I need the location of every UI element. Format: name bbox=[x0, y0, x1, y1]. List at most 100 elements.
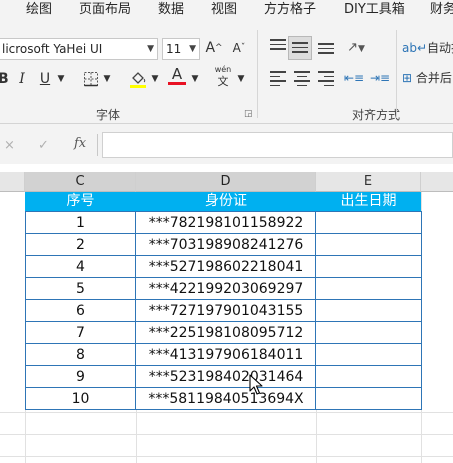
align-left-icon[interactable] bbox=[270, 68, 286, 89]
italic-button[interactable]: I bbox=[16, 67, 28, 91]
cell-id[interactable]: ***782198101158922 bbox=[136, 212, 316, 234]
cell-id[interactable]: ***225198108095712 bbox=[136, 322, 316, 344]
header-cell-id[interactable]: 身份证 bbox=[136, 192, 316, 211]
cell-birth[interactable] bbox=[316, 278, 421, 300]
cell-no[interactable]: 5 bbox=[25, 278, 136, 300]
font-color-button[interactable]: A bbox=[168, 65, 186, 89]
font-color-a-icon: A bbox=[171, 65, 183, 83]
group-separator bbox=[396, 30, 397, 118]
gridline bbox=[0, 456, 453, 457]
cell-no[interactable]: 8 bbox=[25, 344, 136, 366]
header-cell-no[interactable]: 序号 bbox=[25, 192, 136, 211]
align-middle-button[interactable] bbox=[288, 36, 312, 60]
cancel-icon[interactable]: × bbox=[4, 138, 15, 153]
tab-diy-toolbox[interactable]: DIY工具箱 bbox=[344, 0, 405, 24]
merge-label: 合并后 bbox=[415, 71, 452, 85]
cell-no[interactable]: 7 bbox=[25, 322, 136, 344]
font-name-value: licrosoft YaHei UI bbox=[2, 42, 103, 56]
cell-id[interactable]: ***703198908241276 bbox=[136, 234, 316, 256]
cell-no[interactable]: 9 bbox=[25, 366, 136, 388]
increase-font-button[interactable]: A^ bbox=[204, 36, 224, 60]
cell-birth[interactable] bbox=[316, 256, 421, 278]
chevron-down-icon[interactable]: ▼ bbox=[190, 67, 200, 91]
chevron-down-icon[interactable]: ▼ bbox=[236, 67, 246, 91]
cell-birth[interactable] bbox=[316, 234, 421, 256]
cell-no[interactable]: 6 bbox=[25, 300, 136, 322]
confirm-icon[interactable]: ✓ bbox=[38, 138, 49, 153]
chevron-down-icon[interactable]: ▼ bbox=[102, 67, 112, 91]
decrease-indent-button[interactable]: ⇤≡ bbox=[344, 66, 364, 90]
ribbon-tab-bar: 绘图 页面布局 数据 视图 方方格子 DIY工具箱 财务 bbox=[0, 0, 453, 24]
column-header-b[interactable] bbox=[0, 172, 25, 192]
cell-no[interactable]: 1 bbox=[25, 212, 136, 234]
chevron-down-icon[interactable]: ▼ bbox=[150, 67, 160, 91]
align-top-icon[interactable] bbox=[270, 36, 286, 53]
bold-button[interactable]: B bbox=[0, 67, 9, 91]
orientation-button[interactable]: ↗▼ bbox=[345, 36, 367, 60]
cell-no[interactable]: 4 bbox=[25, 256, 136, 278]
formula-bar: × ✓ fx bbox=[0, 124, 453, 164]
chevron-down-icon[interactable]: ▼ bbox=[56, 67, 66, 91]
dialog-launcher-icon[interactable]: ◲ bbox=[244, 109, 253, 119]
cell-birth[interactable] bbox=[316, 322, 421, 344]
insert-function-icon[interactable]: fx bbox=[74, 136, 86, 151]
borders-button[interactable] bbox=[82, 67, 100, 91]
cell-id[interactable]: ***413197906184011 bbox=[136, 344, 316, 366]
column-header-d[interactable]: D bbox=[136, 172, 316, 192]
tab-view[interactable]: 视图 bbox=[211, 0, 237, 24]
tab-data[interactable]: 数据 bbox=[158, 0, 184, 24]
cell-birth[interactable] bbox=[316, 344, 421, 366]
column-header-e[interactable]: E bbox=[316, 172, 421, 192]
table-border bbox=[25, 387, 422, 388]
tab-finance[interactable]: 财务 bbox=[430, 0, 453, 24]
table-border bbox=[421, 211, 422, 410]
tab-draw[interactable]: 绘图 bbox=[26, 0, 52, 24]
formula-input[interactable] bbox=[102, 132, 453, 158]
align-middle-icon bbox=[292, 39, 308, 56]
cell-birth[interactable] bbox=[316, 212, 421, 234]
ribbon-home: licrosoft YaHei UI ▼ 11 ▼ A^ Aˇ B I U ▼ … bbox=[0, 24, 453, 124]
cell-id[interactable]: ***727197901043155 bbox=[136, 300, 316, 322]
cell-birth[interactable] bbox=[316, 300, 421, 322]
outdent-icon: ⇤≡ bbox=[344, 71, 365, 85]
table-border bbox=[25, 255, 422, 256]
wrap-text-button[interactable]: ab↵自动换 bbox=[402, 36, 453, 60]
font-size-select[interactable]: 11 ▼ bbox=[162, 38, 200, 60]
font-group-label: 字体 bbox=[96, 108, 121, 122]
table-border bbox=[25, 211, 422, 212]
column-header-c[interactable]: C bbox=[25, 172, 136, 192]
cell-no[interactable]: 10 bbox=[25, 388, 136, 410]
fill-color-button[interactable] bbox=[128, 67, 148, 91]
header-cell-birth[interactable]: 出生日期 bbox=[316, 192, 421, 211]
merge-center-button[interactable]: ⊞ 合并后 bbox=[402, 66, 452, 90]
cell-no[interactable]: 2 bbox=[25, 234, 136, 256]
alignment-group-label: 对齐方式 bbox=[352, 108, 401, 122]
gridline bbox=[316, 410, 317, 463]
cell-id[interactable]: ***523198402031464 bbox=[136, 366, 316, 388]
phonetic-button[interactable]: wén 文 bbox=[212, 64, 234, 88]
cell-birth[interactable] bbox=[316, 388, 421, 410]
chevron-down-icon: ▼ bbox=[147, 44, 154, 54]
table-border bbox=[25, 299, 422, 300]
cell-id[interactable]: ***422199203069297 bbox=[136, 278, 316, 300]
table-border bbox=[25, 233, 422, 234]
cell-id[interactable]: ***527198602218041 bbox=[136, 256, 316, 278]
cell-birth[interactable] bbox=[316, 366, 421, 388]
increase-indent-button[interactable]: ⇥≡ bbox=[370, 66, 390, 90]
wrap-text-icon: ab↵ bbox=[402, 41, 428, 55]
decrease-font-button[interactable]: Aˇ bbox=[230, 36, 248, 60]
cell-id[interactable]: ***58119840513694X bbox=[136, 388, 316, 410]
tab-page-layout[interactable]: 页面布局 bbox=[79, 0, 131, 24]
column-header-f[interactable] bbox=[421, 172, 453, 192]
worksheet-grid[interactable]: C D E 序号 身份证 出生日期 1 ***782198101158922 2… bbox=[0, 164, 453, 463]
gridline bbox=[136, 410, 137, 463]
font-name-select[interactable]: licrosoft YaHei UI ▼ bbox=[0, 38, 158, 60]
align-center-icon[interactable] bbox=[294, 68, 310, 89]
chevron-down-icon: ▼ bbox=[189, 44, 196, 54]
align-right-icon[interactable] bbox=[318, 68, 334, 89]
tab-fangfang[interactable]: 方方格子 bbox=[264, 0, 316, 24]
wrap-text-label: 自动换 bbox=[427, 41, 453, 55]
table-border bbox=[25, 409, 422, 410]
align-bottom-icon[interactable] bbox=[318, 40, 334, 57]
underline-button[interactable]: U bbox=[38, 67, 52, 91]
